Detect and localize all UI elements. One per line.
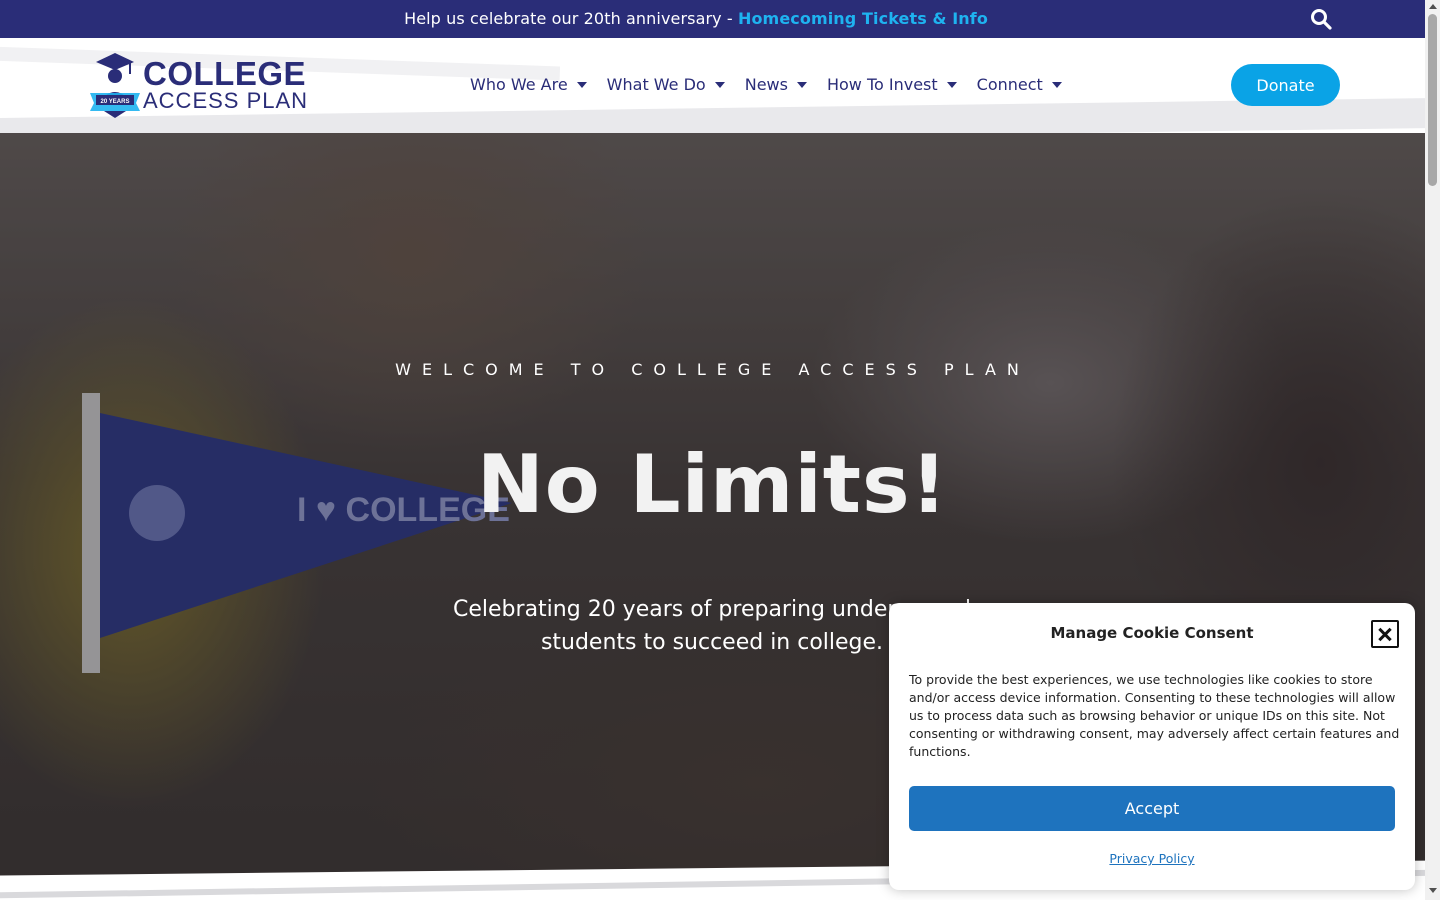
site-logo[interactable]: 20 YEARS COLLEGE ACCESS PLAN <box>86 51 316 119</box>
nav-item-label: News <box>744 74 788 94</box>
hero-eyebrow: WELCOME TO COLLEGE ACCESS PLAN <box>395 360 1030 379</box>
logo-wordmark-college: COLLEGE <box>143 55 307 92</box>
nav-item-label: How To Invest <box>826 74 938 94</box>
main-navigation: Who We Are What We Do News How To Invest… <box>470 72 1062 96</box>
cookie-dialog-title: Manage Cookie Consent <box>1050 624 1254 642</box>
caret-down-icon <box>946 82 957 88</box>
privacy-policy-link[interactable]: Privacy Policy <box>889 851 1415 866</box>
nav-item-how-to-invest[interactable]: How To Invest <box>827 72 957 96</box>
page-scrollbar[interactable] <box>1425 0 1440 900</box>
search-icon[interactable] <box>1310 8 1332 30</box>
logo-badge-text: 20 YEARS <box>101 99 130 105</box>
announcement-bar: Help us celebrate our 20th anniversary -… <box>0 0 1425 38</box>
cookie-consent-dialog: Manage Cookie Consent To provide the bes… <box>889 603 1415 890</box>
caret-down-icon <box>796 82 807 88</box>
nav-item-connect[interactable]: Connect <box>977 72 1062 96</box>
nav-item-label: Connect <box>976 74 1043 94</box>
logo-wordmark-access-plan: ACCESS PLAN <box>143 88 309 113</box>
hero-title: No Limits! <box>476 438 949 531</box>
graduation-cap-logo-icon: 20 YEARS <box>90 53 140 118</box>
caret-down-icon <box>576 82 587 88</box>
close-icon[interactable] <box>1371 620 1399 648</box>
scrollbar-thumb[interactable] <box>1428 14 1437 186</box>
accept-cookies-button[interactable]: Accept <box>909 786 1395 831</box>
nav-item-label: Who We Are <box>470 74 568 94</box>
nav-item-who-we-are[interactable]: Who We Are <box>470 72 587 96</box>
site-header: 20 YEARS COLLEGE ACCESS PLAN Who We Are … <box>0 38 1425 133</box>
cookie-dialog-body: To provide the best experiences, we use … <box>909 672 1400 759</box>
nav-item-news[interactable]: News <box>745 72 807 96</box>
donate-button[interactable]: Donate <box>1231 64 1340 106</box>
nav-item-what-we-do[interactable]: What We Do <box>607 72 725 96</box>
homecoming-tickets-link[interactable]: Homecoming Tickets & Info <box>738 9 988 28</box>
caret-down-icon <box>714 82 725 88</box>
nav-item-label: What We Do <box>606 74 706 94</box>
scroll-down-arrow-icon[interactable] <box>1429 888 1437 893</box>
caret-down-icon <box>1051 82 1062 88</box>
scroll-up-arrow-icon[interactable] <box>1429 4 1437 9</box>
announcement-message: Help us celebrate our 20th anniversary - <box>404 9 738 28</box>
announcement-text: Help us celebrate our 20th anniversary -… <box>0 0 1392 38</box>
